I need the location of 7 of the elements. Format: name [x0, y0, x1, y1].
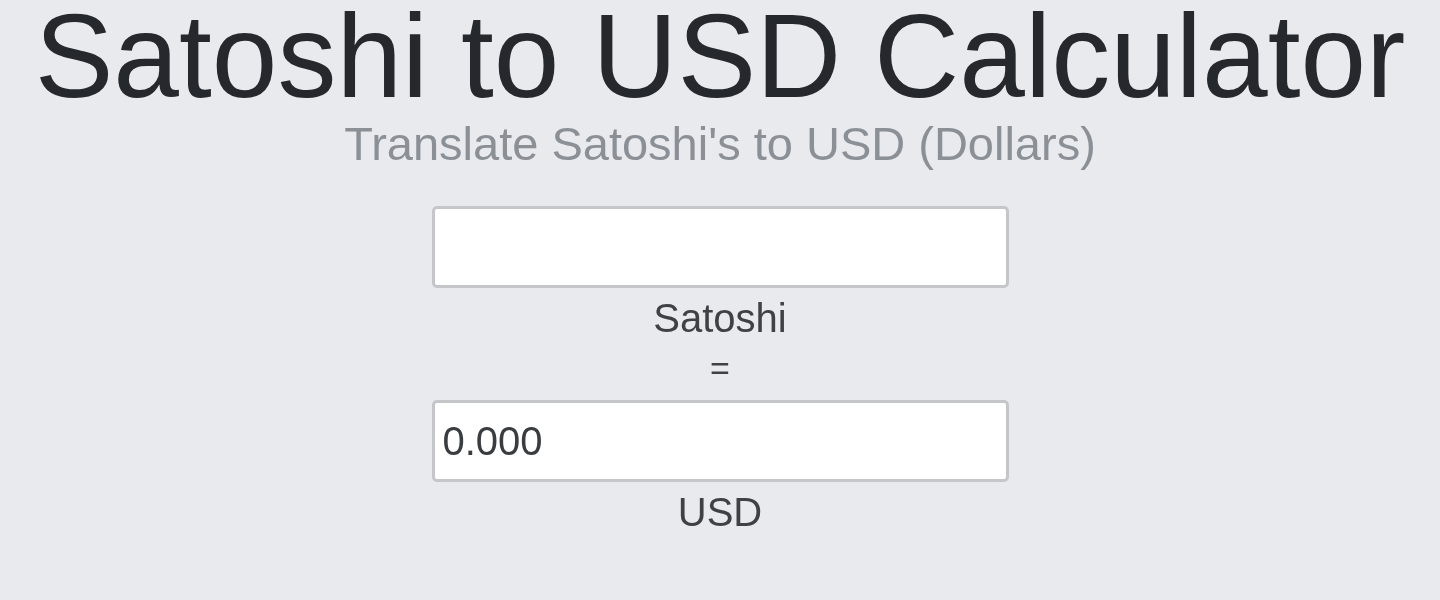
field-label: USD: [677, 489, 763, 536]
equals-sign: =: [710, 348, 730, 388]
page-title: Satoshi to USD Calculator: [34, 0, 1406, 112]
satoshi-input-field[interactable]: [431, 206, 1009, 288]
usd-output-field[interactable]: 0.000: [431, 400, 1009, 482]
page-subtitle: Translate Satoshi's to USD (Dollars): [344, 116, 1096, 172]
field-label: Satoshi: [653, 295, 787, 342]
